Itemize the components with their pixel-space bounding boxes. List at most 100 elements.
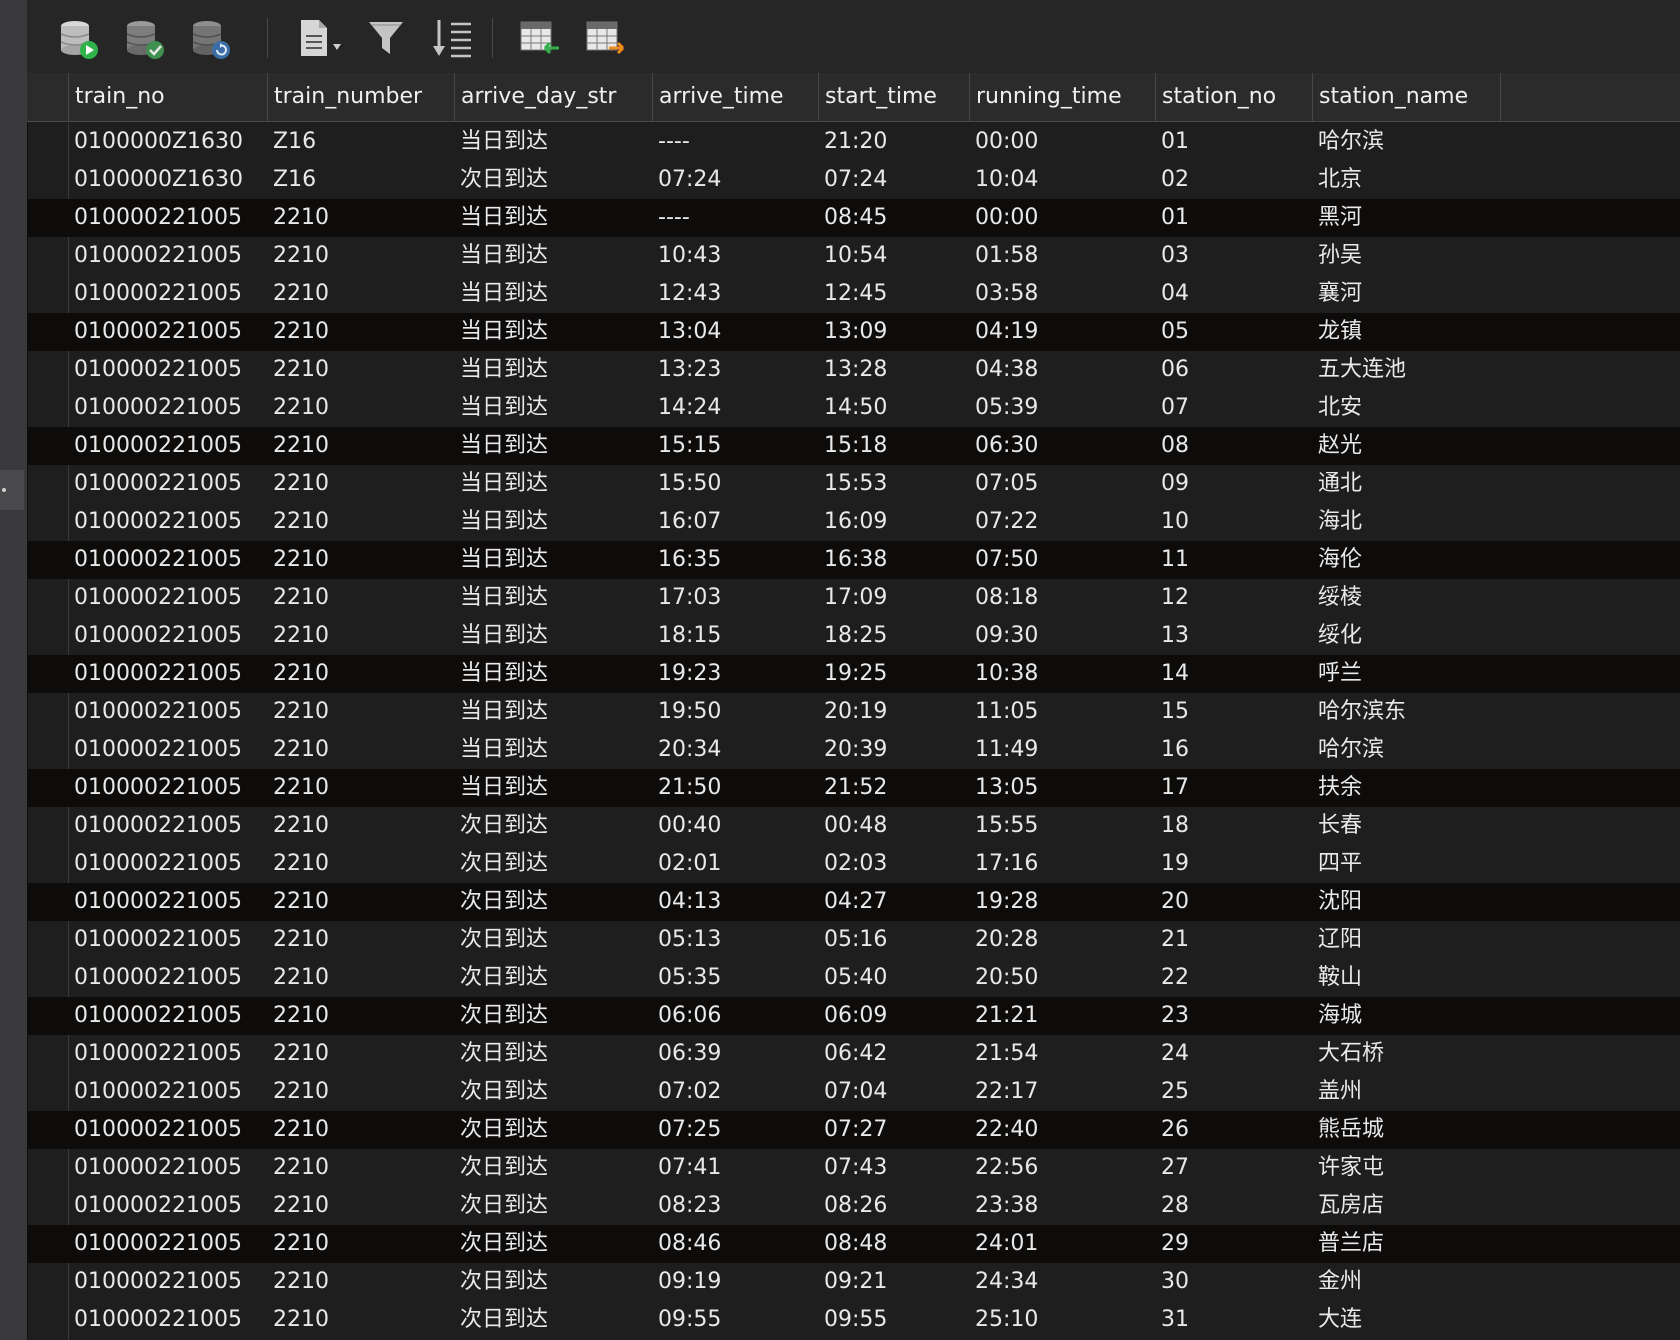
table-row[interactable]: 010000221005 2210 当日到达 13:04 13:09 04:19 05 龙镇: [27, 313, 1680, 351]
cell-train-no[interactable]: 010000221005: [74, 883, 242, 921]
table-row[interactable]: 010000221005 2210 当日到达 14:24 14:50 05:39 07 北安: [27, 389, 1680, 427]
cell-arrive-day-str[interactable]: 次日到达: [460, 959, 548, 997]
cell-running-time[interactable]: 24:34: [975, 1263, 1038, 1301]
cell-station-no[interactable]: 18: [1161, 807, 1189, 845]
table-row[interactable]: 010000221005 2210 当日到达 16:35 16:38 07:50 11 海伦: [27, 541, 1680, 579]
cell-arrive-time[interactable]: 10:43: [658, 237, 721, 275]
cell-station-name[interactable]: 扶余: [1318, 769, 1362, 807]
cell-station-no[interactable]: 01: [1161, 199, 1189, 237]
cell-start-time[interactable]: 10:54: [824, 237, 887, 275]
cell-arrive-time[interactable]: 15:50: [658, 465, 721, 503]
cell-running-time[interactable]: 04:38: [975, 351, 1038, 389]
cell-train-number[interactable]: 2210: [273, 997, 329, 1035]
database-run-icon[interactable]: [55, 14, 103, 62]
cell-train-number[interactable]: 2210: [273, 1035, 329, 1073]
cell-train-number[interactable]: Z16: [273, 161, 316, 199]
cell-train-no[interactable]: 010000221005: [74, 997, 242, 1035]
cell-station-name[interactable]: 长春: [1318, 807, 1362, 845]
cell-station-name[interactable]: 大连: [1318, 1301, 1362, 1339]
cell-station-name[interactable]: 瓦房店: [1318, 1187, 1384, 1225]
cell-arrive-day-str[interactable]: 次日到达: [460, 1149, 548, 1187]
cell-station-name[interactable]: 海北: [1318, 503, 1362, 541]
cell-arrive-time[interactable]: 17:03: [658, 579, 721, 617]
cell-station-no[interactable]: 15: [1161, 693, 1189, 731]
cell-arrive-day-str[interactable]: 次日到达: [460, 1111, 548, 1149]
table-row[interactable]: 010000221005 2210 次日到达 08:46 08:48 24:01 29 普兰店: [27, 1225, 1680, 1263]
cell-station-name[interactable]: 呼兰: [1318, 655, 1362, 693]
cell-station-name[interactable]: 襄河: [1318, 275, 1362, 313]
table-row[interactable]: 010000221005 2210 当日到达 15:15 15:18 06:30 08 赵光: [27, 427, 1680, 465]
cell-running-time[interactable]: 10:04: [975, 161, 1038, 199]
cell-train-no[interactable]: 010000221005: [74, 845, 242, 883]
cell-station-name[interactable]: 普兰店: [1318, 1225, 1384, 1263]
cell-start-time[interactable]: 18:25: [824, 617, 887, 655]
cell-start-time[interactable]: 16:38: [824, 541, 887, 579]
cell-station-name[interactable]: 哈尔滨: [1318, 731, 1384, 769]
cell-station-no[interactable]: 21: [1161, 921, 1189, 959]
table-row[interactable]: 010000221005 2210 当日到达 15:50 15:53 07:05 09 通北: [27, 465, 1680, 503]
cell-arrive-time[interactable]: ----: [658, 123, 690, 161]
cell-arrive-day-str[interactable]: 次日到达: [460, 161, 548, 199]
cell-station-no[interactable]: 16: [1161, 731, 1189, 769]
cell-arrive-day-str[interactable]: 当日到达: [460, 199, 548, 237]
cell-start-time[interactable]: 15:18: [824, 427, 887, 465]
cell-station-no[interactable]: 04: [1161, 275, 1189, 313]
table-row[interactable]: 010000221005 2210 次日到达 07:41 07:43 22:56 27 许家屯: [27, 1149, 1680, 1187]
table-row[interactable]: 010000221005 2210 当日到达 21:50 21:52 13:05 17 扶余: [27, 769, 1680, 807]
cell-train-number[interactable]: 2210: [273, 237, 329, 275]
document-dropdown-icon[interactable]: [293, 14, 349, 62]
table-row[interactable]: 010000221005 2210 当日到达 18:15 18:25 09:30 13 绥化: [27, 617, 1680, 655]
cell-arrive-time[interactable]: 02:01: [658, 845, 721, 883]
cell-running-time[interactable]: 00:00: [975, 199, 1038, 237]
cell-start-time[interactable]: 09:21: [824, 1263, 887, 1301]
cell-start-time[interactable]: 09:55: [824, 1301, 887, 1339]
cell-train-number[interactable]: 2210: [273, 769, 329, 807]
cell-start-time[interactable]: 07:27: [824, 1111, 887, 1149]
cell-arrive-time[interactable]: ----: [658, 199, 690, 237]
cell-start-time[interactable]: 07:24: [824, 161, 887, 199]
cell-arrive-day-str[interactable]: 次日到达: [460, 807, 548, 845]
cell-running-time[interactable]: 22:40: [975, 1111, 1038, 1149]
cell-running-time[interactable]: 21:54: [975, 1035, 1038, 1073]
cell-arrive-time[interactable]: 09:19: [658, 1263, 721, 1301]
cell-arrive-time[interactable]: 15:15: [658, 427, 721, 465]
cell-train-no[interactable]: 010000221005: [74, 1225, 242, 1263]
cell-station-no[interactable]: 25: [1161, 1073, 1189, 1111]
cell-station-name[interactable]: 沈阳: [1318, 883, 1362, 921]
cell-running-time[interactable]: 15:55: [975, 807, 1038, 845]
row-selector-header[interactable]: [27, 73, 69, 121]
cell-arrive-time[interactable]: 08:23: [658, 1187, 721, 1225]
cell-arrive-day-str[interactable]: 当日到达: [460, 275, 548, 313]
cell-station-name[interactable]: 海城: [1318, 997, 1362, 1035]
table-row[interactable]: 0100000Z1630 Z16 次日到达 07:24 07:24 10:04 02 北京: [27, 161, 1680, 199]
cell-train-no[interactable]: 010000221005: [74, 1073, 242, 1111]
cell-station-no[interactable]: 30: [1161, 1263, 1189, 1301]
cell-running-time[interactable]: 19:28: [975, 883, 1038, 921]
cell-start-time[interactable]: 04:27: [824, 883, 887, 921]
cell-station-no[interactable]: 20: [1161, 883, 1189, 921]
column-header-station-no[interactable]: station_no: [1156, 73, 1313, 121]
cell-station-no[interactable]: 19: [1161, 845, 1189, 883]
table-row[interactable]: 010000221005 2210 次日到达 07:25 07:27 22:40 26 熊岳城: [27, 1111, 1680, 1149]
filter-icon[interactable]: [363, 14, 411, 62]
cell-arrive-time[interactable]: 14:24: [658, 389, 721, 427]
cell-station-no[interactable]: 05: [1161, 313, 1189, 351]
cell-train-number[interactable]: 2210: [273, 1073, 329, 1111]
data-grid[interactable]: train_no train_number arrive_day_str arr…: [27, 73, 1680, 1340]
database-check-icon[interactable]: [121, 14, 169, 62]
table-row[interactable]: 0100000Z1630 Z16 当日到达 ---- 21:20 00:00 01 哈尔滨: [27, 123, 1680, 161]
cell-station-name[interactable]: 哈尔滨东: [1318, 693, 1406, 731]
cell-arrive-time[interactable]: 16:35: [658, 541, 721, 579]
cell-train-number[interactable]: 2210: [273, 617, 329, 655]
cell-train-no[interactable]: 010000221005: [74, 465, 242, 503]
cell-arrive-day-str[interactable]: 次日到达: [460, 1035, 548, 1073]
column-header-train-number[interactable]: train_number: [268, 73, 455, 121]
cell-arrive-time[interactable]: 13:23: [658, 351, 721, 389]
cell-running-time[interactable]: 07:05: [975, 465, 1038, 503]
cell-start-time[interactable]: 06:42: [824, 1035, 887, 1073]
cell-arrive-day-str[interactable]: 当日到达: [460, 313, 548, 351]
cell-train-number[interactable]: 2210: [273, 921, 329, 959]
cell-arrive-time[interactable]: 06:06: [658, 997, 721, 1035]
cell-arrive-day-str[interactable]: 当日到达: [460, 617, 548, 655]
cell-arrive-day-str[interactable]: 当日到达: [460, 237, 548, 275]
